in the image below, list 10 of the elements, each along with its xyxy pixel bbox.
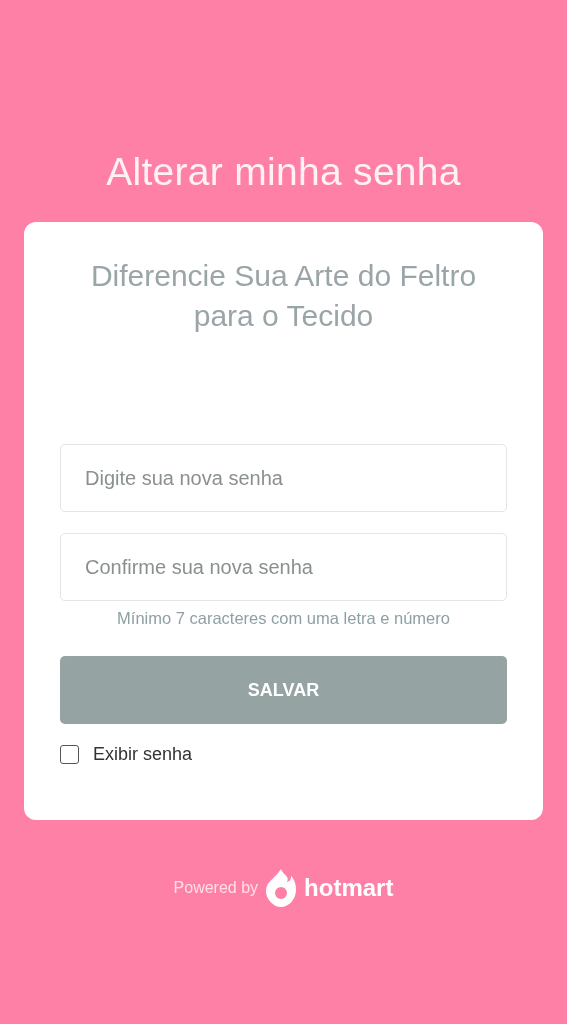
- brand-name: hotmart: [304, 874, 394, 902]
- checkbox[interactable]: [60, 745, 79, 764]
- password-hint: Mínimo 7 caracteres com uma letra e número: [116, 609, 451, 628]
- input-field[interactable]: Confirme sua nova senha: [60, 533, 507, 601]
- input-field[interactable]: Digite sua nova senha: [60, 444, 507, 512]
- course-title: Diferencie Sua Arte do Feltro para o Tecido: [89, 258, 478, 334]
- powered-by-text: Powered by: [173, 879, 259, 897]
- checkbox-label: Exibir senha: [93, 744, 193, 765]
- page-title: Alterar minha senha: [106, 150, 461, 194]
- flame-logo-icon: [266, 868, 297, 908]
